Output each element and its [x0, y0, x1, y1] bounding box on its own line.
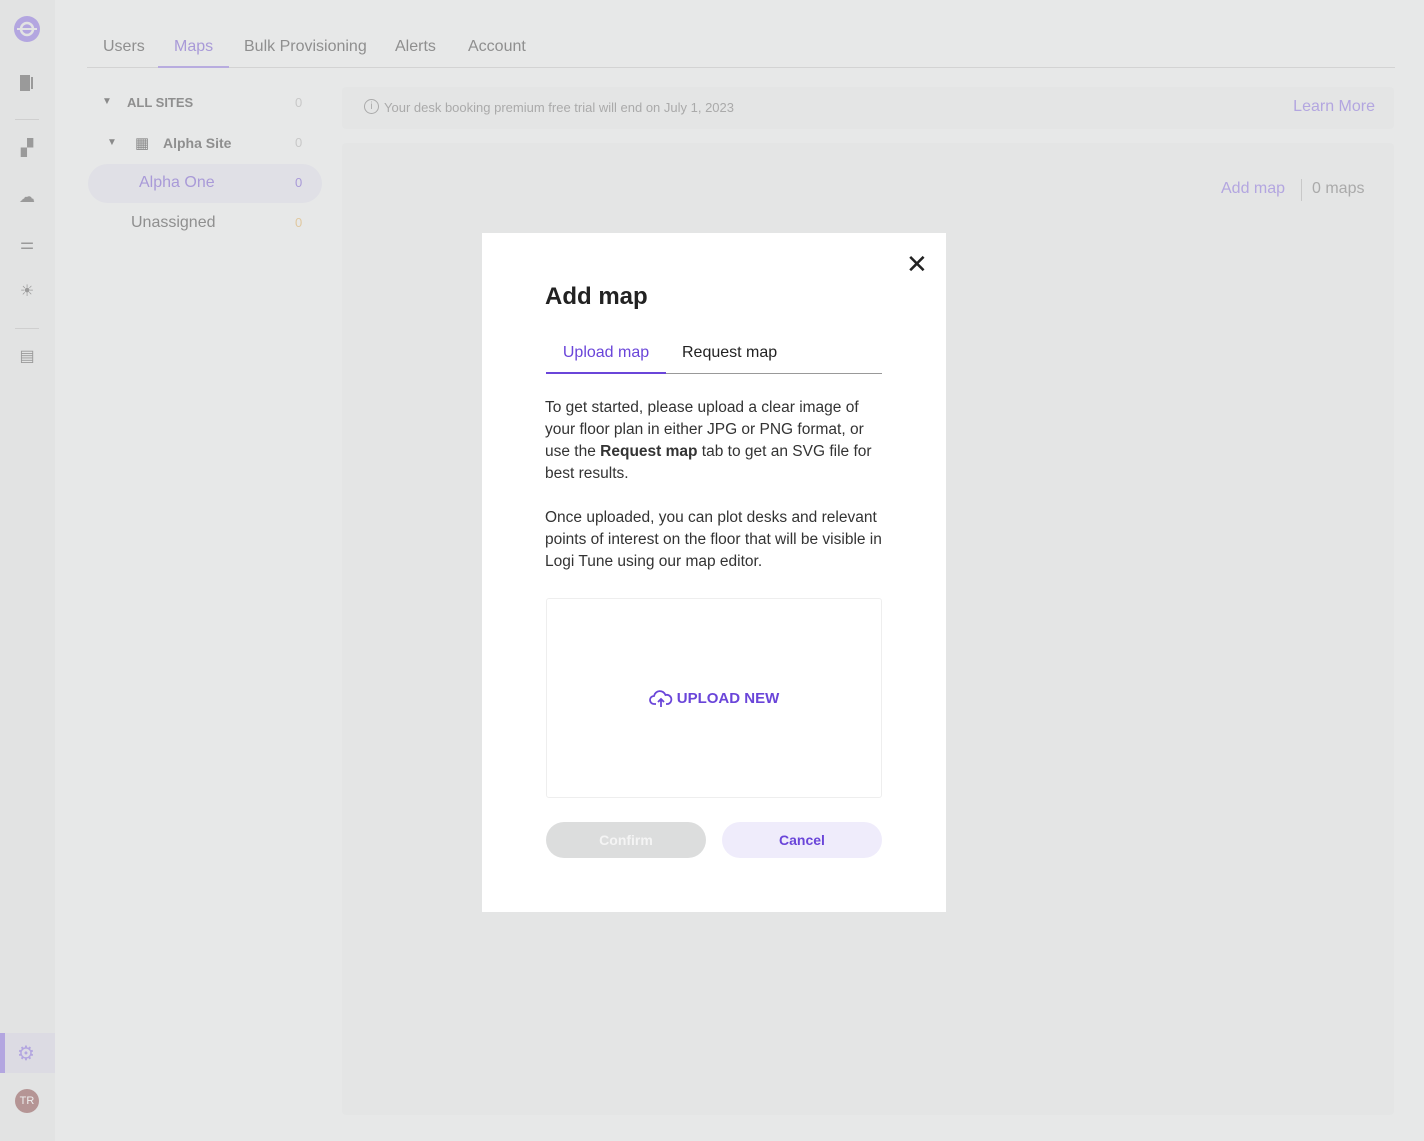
- settings-nav-item[interactable]: ⚙: [0, 1033, 55, 1073]
- add-map-link[interactable]: Add map: [1221, 180, 1285, 198]
- intro-text-bold: Request map: [600, 443, 698, 460]
- close-icon[interactable]: ✕: [906, 249, 928, 280]
- banner-text: Your desk booking premium free trial wil…: [384, 100, 734, 115]
- logo-icon[interactable]: [14, 16, 40, 42]
- gear-icon: ⚙: [17, 1043, 35, 1065]
- cancel-button[interactable]: Cancel: [722, 822, 882, 858]
- room-icon[interactable]: [14, 70, 40, 96]
- lightbulb-icon[interactable]: ☀: [14, 278, 40, 304]
- upload-new-label: UPLOAD NEW: [676, 689, 780, 707]
- trial-banner: i Your desk booking premium free trial w…: [342, 87, 1394, 129]
- laptop-icon[interactable]: ▤: [14, 343, 40, 369]
- unassigned-count: 0: [295, 215, 303, 230]
- floor-label[interactable]: Alpha One: [139, 174, 215, 192]
- all-sites-count: 0: [295, 95, 303, 110]
- top-tabs: Users Maps Bulk Provisioning Alerts Acco…: [87, 28, 1395, 68]
- floor-count: 0: [295, 175, 303, 190]
- all-sites-label[interactable]: ALL SITES: [127, 95, 193, 110]
- avatar[interactable]: TR: [15, 1089, 39, 1113]
- tab-request-map[interactable]: Request map: [682, 344, 777, 362]
- intro-text: To get started, please upload a clear im…: [545, 397, 885, 485]
- info-icon: i: [364, 99, 379, 114]
- map-count: 0 maps: [1312, 180, 1365, 197]
- caret-down-icon[interactable]: ▼: [102, 96, 112, 107]
- editor-text: Once uploaded, you can plot desks and re…: [545, 509, 882, 570]
- icon-rail: ▞ ☁ ⚌ ☀ ▤ ⚙ TR: [0, 0, 55, 1141]
- tab-upload-map[interactable]: Upload map: [546, 344, 666, 374]
- site-count: 0: [295, 135, 303, 150]
- cloud-icon[interactable]: ☁: [14, 184, 40, 210]
- site-label[interactable]: Alpha Site: [163, 135, 231, 151]
- sliders-icon[interactable]: ⚌: [14, 231, 40, 257]
- tab-bulk-provisioning[interactable]: Bulk Provisioning: [244, 38, 367, 56]
- tab-account[interactable]: Account: [468, 38, 526, 56]
- building-icon: ▦: [135, 135, 150, 152]
- tab-alerts[interactable]: Alerts: [395, 38, 436, 56]
- desk-icon[interactable]: ▞: [14, 135, 40, 161]
- learn-more-link[interactable]: Learn More: [1293, 98, 1375, 116]
- dialog-title: Add map: [545, 283, 648, 310]
- tab-maps[interactable]: Maps: [158, 38, 230, 68]
- unassigned-label[interactable]: Unassigned: [131, 214, 216, 232]
- add-map-dialog: ✕ Add map Upload map Request map To get …: [482, 233, 946, 912]
- tab-users[interactable]: Users: [103, 38, 145, 56]
- cloud-upload-icon: [648, 690, 673, 707]
- confirm-button[interactable]: Confirm: [546, 822, 706, 858]
- caret-down-icon[interactable]: ▼: [107, 137, 117, 148]
- upload-dropzone[interactable]: UPLOAD NEW: [546, 598, 882, 798]
